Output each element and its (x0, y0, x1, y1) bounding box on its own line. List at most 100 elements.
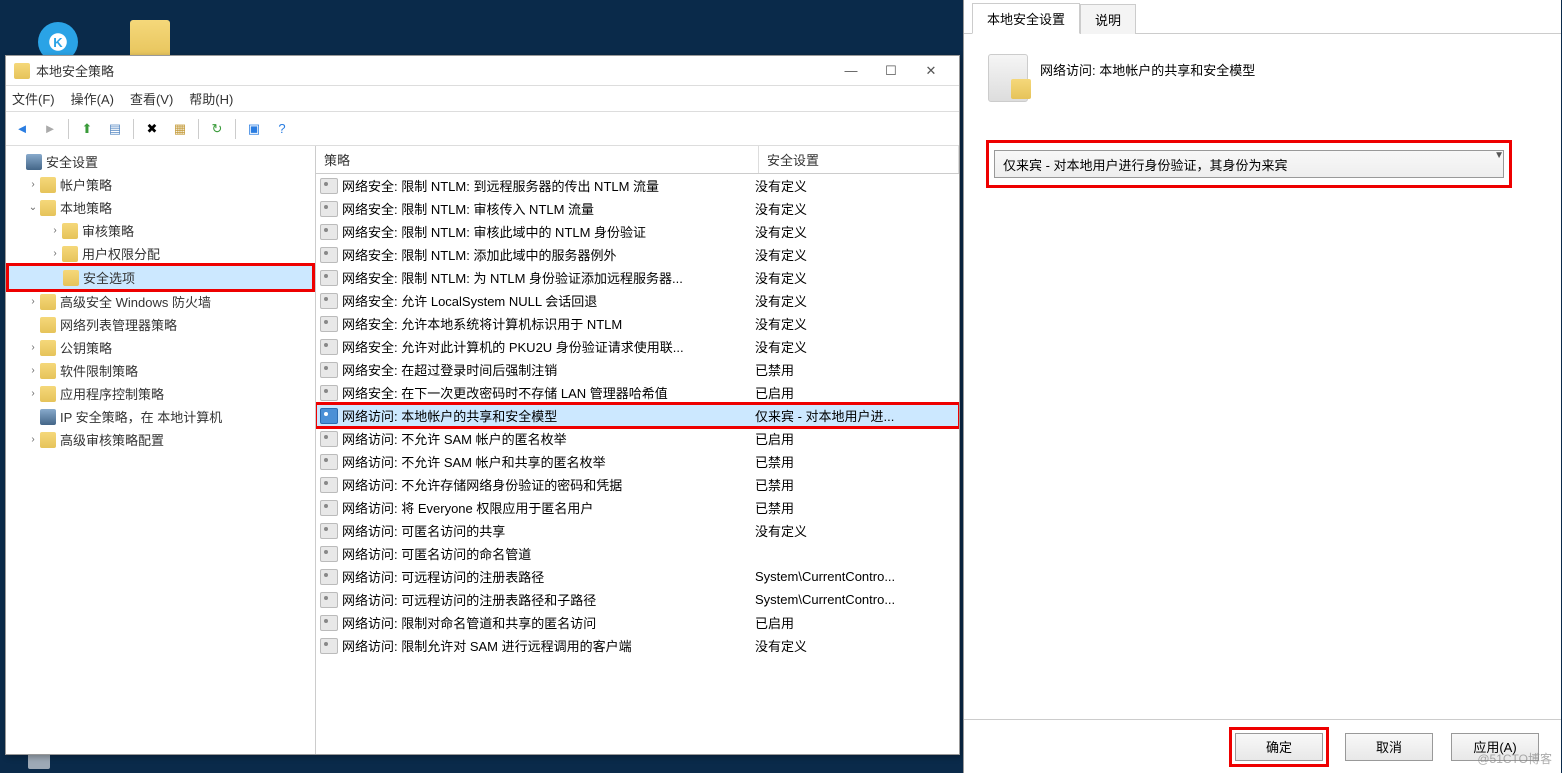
policy-row[interactable]: 网络访问: 可远程访问的注册表路径和子路径System\CurrentContr… (316, 588, 959, 611)
policy-item-icon (320, 569, 338, 585)
policy-name-cell: 网络访问: 可匿名访问的命名管道 (342, 544, 755, 563)
tree-item[interactable]: ›公钥策略 (8, 336, 313, 359)
tree-item[interactable]: IP 安全策略，在 本地计算机 (8, 405, 313, 428)
back-button[interactable]: ◄ (10, 117, 34, 141)
export-button[interactable]: ▣ (242, 117, 266, 141)
expander-icon[interactable]: › (48, 248, 62, 259)
tree-item[interactable]: › 用户权限分配 (8, 242, 313, 265)
tree-root-security-settings[interactable]: 安全设置 (8, 150, 313, 173)
tree-item-label: 网络列表管理器策略 (60, 315, 177, 334)
policy-row[interactable]: 网络访问: 可远程访问的注册表路径System\CurrentContro... (316, 565, 959, 588)
cancel-button[interactable]: 取消 (1345, 733, 1433, 761)
folder-icon (40, 294, 56, 310)
forward-button[interactable]: ► (38, 117, 62, 141)
expander-icon[interactable]: › (26, 179, 40, 190)
policy-row[interactable]: 网络访问: 本地帐户的共享和安全模型仅来宾 - 对本地用户进... (316, 404, 959, 427)
policy-setting-cell: 没有定义 (755, 176, 955, 195)
policy-setting-cell: 仅来宾 - 对本地用户进... (755, 406, 955, 425)
policy-item-icon (320, 500, 338, 516)
maximize-button[interactable]: ☐ (871, 57, 911, 85)
policy-row[interactable]: 网络安全: 允许对此计算机的 PKU2U 身份验证请求使用联...没有定义 (316, 335, 959, 358)
policy-row[interactable]: 网络安全: 限制 NTLM: 审核此域中的 NTLM 身份验证没有定义 (316, 220, 959, 243)
tab-explain[interactable]: 说明 (1080, 4, 1136, 34)
ok-button[interactable]: 确定 (1235, 733, 1323, 761)
policy-row[interactable]: 网络安全: 限制 NTLM: 添加此域中的服务器例外没有定义 (316, 243, 959, 266)
tree-item[interactable]: ›高级审核策略配置 (8, 428, 313, 451)
properties-dialog: 本地安全设置 说明 网络访问: 本地帐户的共享和安全模型 仅来宾 - 对本地用户… (963, 0, 1561, 773)
menu-view[interactable]: 查看(V) (130, 89, 173, 108)
expander-icon[interactable]: › (26, 388, 40, 399)
tree-item-label: 用户权限分配 (82, 244, 160, 263)
folder-icon (62, 223, 78, 239)
tree-item-label: 应用程序控制策略 (60, 384, 164, 403)
policy-item-icon (320, 178, 338, 194)
tree-item[interactable]: › 高级安全 Windows 防火墙 (8, 290, 313, 313)
policy-row[interactable]: 网络安全: 允许本地系统将计算机标识用于 NTLM没有定义 (316, 312, 959, 335)
policy-row[interactable]: 网络访问: 不允许 SAM 帐户和共享的匿名枚举已禁用 (316, 450, 959, 473)
policy-row[interactable]: 网络访问: 可匿名访问的共享没有定义 (316, 519, 959, 542)
policy-row[interactable]: 网络安全: 在下一次更改密码时不存储 LAN 管理器哈希值已启用 (316, 381, 959, 404)
tree-item-label: 软件限制策略 (60, 361, 138, 380)
up-button[interactable]: ⬆ (75, 117, 99, 141)
tab-local-security-setting[interactable]: 本地安全设置 (972, 3, 1080, 34)
policy-row[interactable]: 网络访问: 限制对命名管道和共享的匿名访问已启用 (316, 611, 959, 634)
policy-row[interactable]: 网络安全: 限制 NTLM: 为 NTLM 身份验证添加远程服务器...没有定义 (316, 266, 959, 289)
setting-combobox[interactable]: 仅来宾 - 对本地用户进行身份验证，其身份为来宾 ▼ (994, 150, 1504, 178)
policy-row[interactable]: 网络安全: 限制 NTLM: 到远程服务器的传出 NTLM 流量没有定义 (316, 174, 959, 197)
policy-setting-cell: 已启用 (755, 613, 955, 632)
policy-row[interactable]: 网络安全: 允许 LocalSystem NULL 会话回退没有定义 (316, 289, 959, 312)
ip-security-icon (40, 409, 56, 425)
policy-name-cell: 网络访问: 将 Everyone 权限应用于匿名用户 (342, 498, 755, 517)
properties-button[interactable]: ▦ (168, 117, 192, 141)
menu-file[interactable]: 文件(F) (12, 89, 55, 108)
tree-item[interactable]: › 软件限制策略 (8, 359, 313, 382)
policy-list-pane: 策略 安全设置 网络安全: 限制 NTLM: 到远程服务器的传出 NTLM 流量… (316, 146, 959, 754)
show-hide-tree-button[interactable]: ▤ (103, 117, 127, 141)
tree-item-label: 本地策略 (60, 198, 112, 217)
tree-item[interactable]: 安全选项 (8, 265, 313, 290)
policy-name-cell: 网络访问: 不允许 SAM 帐户的匿名枚举 (342, 429, 755, 448)
policy-row[interactable]: 网络安全: 在超过登录时间后强制注销已禁用 (316, 358, 959, 381)
menu-action[interactable]: 操作(A) (71, 89, 114, 108)
tree-item[interactable]: › 应用程序控制策略 (8, 382, 313, 405)
policy-name-cell: 网络安全: 限制 NTLM: 到远程服务器的传出 NTLM 流量 (342, 176, 755, 195)
policy-setting-cell: 没有定义 (755, 521, 955, 540)
toolbar-separator (133, 119, 134, 139)
expander-icon[interactable]: › (26, 434, 40, 445)
minimize-button[interactable]: — (831, 57, 871, 85)
expander-icon[interactable]: › (26, 342, 40, 353)
menu-help[interactable]: 帮助(H) (189, 89, 233, 108)
column-header-setting[interactable]: 安全设置 (759, 146, 959, 173)
watermark: @51CTO博客 (1477, 750, 1552, 767)
desktop-folder-icon[interactable] (120, 20, 180, 60)
policy-row[interactable]: 网络访问: 可匿名访问的命名管道 (316, 542, 959, 565)
tree-item-label: 高级安全 Windows 防火墙 (60, 292, 211, 311)
policy-row[interactable]: 网络安全: 限制 NTLM: 审核传入 NTLM 流量没有定义 (316, 197, 959, 220)
policy-setting-cell: 没有定义 (755, 199, 955, 218)
policy-row[interactable]: 网络访问: 限制允许对 SAM 进行远程调用的客户端没有定义 (316, 634, 959, 657)
tree-item[interactable]: ⌄ 本地策略 (8, 196, 313, 219)
tree-item[interactable]: ›审核策略 (8, 219, 313, 242)
policy-row[interactable]: 网络访问: 不允许存储网络身份验证的密码和凭据已禁用 (316, 473, 959, 496)
list-body[interactable]: 网络安全: 限制 NTLM: 到远程服务器的传出 NTLM 流量没有定义网络安全… (316, 174, 959, 754)
policy-setting-cell: 已禁用 (755, 452, 955, 471)
tree-item[interactable]: 网络列表管理器策略 (8, 313, 313, 336)
policy-row[interactable]: 网络访问: 不允许 SAM 帐户的匿名枚举已启用 (316, 427, 959, 450)
tree-pane: 安全设置 ›帐户策略⌄本地策略›审核策略›用户权限分配安全选项›高级安全 Win… (6, 146, 316, 754)
expander-icon[interactable]: › (26, 365, 40, 376)
tree-item[interactable]: ›帐户策略 (8, 173, 313, 196)
delete-button[interactable]: ✖ (140, 117, 164, 141)
policy-item-icon (320, 523, 338, 539)
help-button[interactable]: ? (270, 117, 294, 141)
close-button[interactable]: ✕ (911, 57, 951, 85)
policy-item-icon (320, 224, 338, 240)
expander-icon[interactable]: › (26, 296, 40, 307)
refresh-button[interactable]: ↻ (205, 117, 229, 141)
policy-icon (988, 54, 1028, 102)
expander-icon[interactable]: ⌄ (26, 202, 40, 213)
expander-icon[interactable]: › (48, 225, 62, 236)
column-header-policy[interactable]: 策略 (316, 146, 759, 173)
folder-icon (62, 246, 78, 262)
policy-item-icon (320, 362, 338, 378)
policy-row[interactable]: 网络访问: 将 Everyone 权限应用于匿名用户已禁用 (316, 496, 959, 519)
